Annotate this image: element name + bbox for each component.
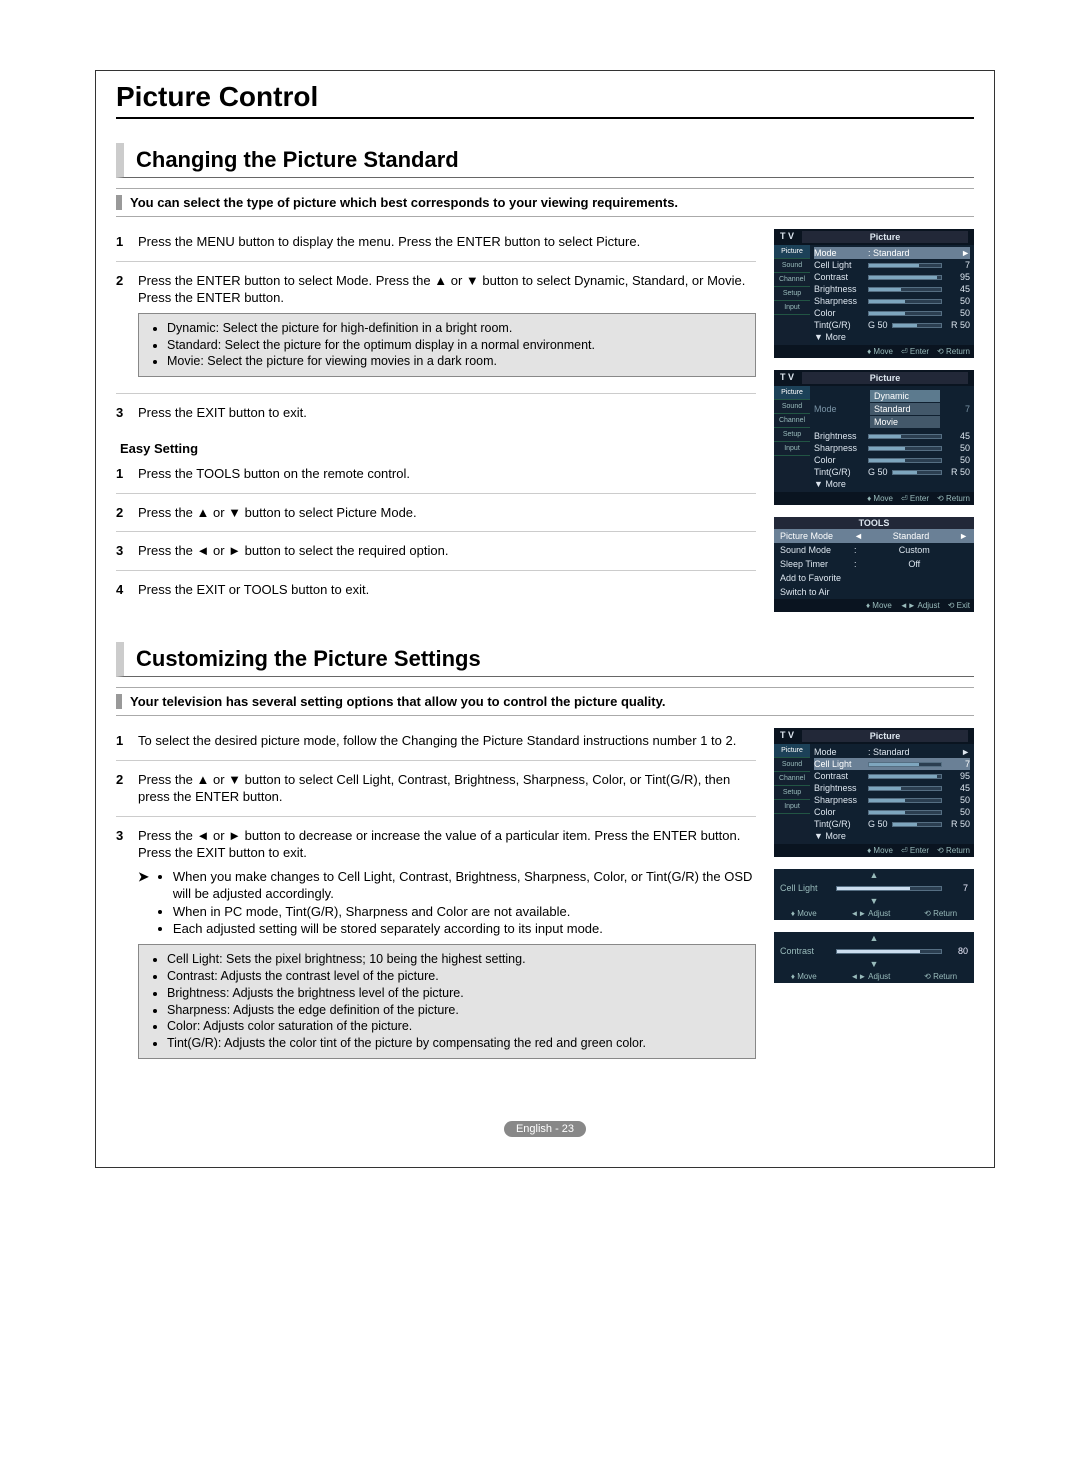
step: Press the TOOLS button on the remote con… — [116, 461, 756, 494]
page-frame: Picture Control Changing the Picture Sta… — [95, 70, 995, 1168]
osd-tools: TOOLS Picture Mode◄Standard► Sound Mode:… — [774, 517, 974, 612]
step: Press the EXIT button to exit. — [116, 400, 756, 432]
option-movie: Movie — [870, 416, 940, 428]
section-b-intro: Your television has several setting opti… — [116, 687, 974, 716]
section-a-body: Press the MENU button to display the men… — [116, 229, 756, 624]
row-mode: Mode: Standard► — [814, 247, 970, 259]
step: To select the desired picture mode, foll… — [116, 728, 756, 761]
step: Press the ENTER button to select Mode. P… — [116, 268, 756, 395]
easy-setting-steps: Press the TOOLS button on the remote con… — [116, 461, 756, 608]
definitions-box: Cell Light: Sets the pixel brightness; 1… — [138, 944, 756, 1059]
page-title: Picture Control — [116, 81, 974, 119]
step: Press the ◄ or ► button to select the re… — [116, 538, 756, 571]
osd-picture-standard: T VPicture Picture Sound Channel Setup I… — [774, 229, 974, 358]
section-a-intro: You can select the type of picture which… — [116, 188, 974, 217]
osd-picture-dropdown: T VPicture Picture Sound Channel Setup I… — [774, 370, 974, 505]
section-a-heading: Changing the Picture Standard — [116, 143, 974, 178]
step: Press the ◄ or ► button to decrease or i… — [116, 823, 756, 1076]
step: Press the ▲ or ▼ button to select Cell L… — [116, 767, 756, 817]
osd-slim-contrast: ▲ Contrast80 ▼ ♦ Move◄► Adjust⟲ Return — [774, 932, 974, 983]
side-sound: Sound — [774, 259, 810, 273]
side-picture: Picture — [774, 245, 810, 259]
side-channel: Channel — [774, 273, 810, 287]
section-b-steps: To select the desired picture mode, foll… — [116, 728, 756, 1075]
step: Press the EXIT or TOOLS button to exit. — [116, 577, 756, 609]
accent-bar — [116, 195, 122, 210]
easy-setting-heading: Easy Setting — [120, 440, 756, 458]
option-dynamic: Dynamic — [870, 390, 940, 402]
section-b-heading: Customizing the Picture Settings — [116, 642, 974, 677]
osd-picture-celllight: T VPicture Picture Sound Channel Setup I… — [774, 728, 974, 857]
side-setup: Setup — [774, 287, 810, 301]
note-arrow-icon: ➤ — [138, 868, 149, 938]
step: Press the ▲ or ▼ button to select Pictur… — [116, 500, 756, 533]
section-b-body: To select the desired picture mode, foll… — [116, 728, 756, 1081]
osd-slim-celllight: ▲ Cell Light7 ▼ ♦ Move◄► Adjust⟲ Return — [774, 869, 974, 920]
page-number: English - 23 — [504, 1121, 586, 1137]
step: Press the MENU button to display the men… — [116, 229, 756, 262]
mode-note-box: Dynamic: Select the picture for high-def… — [138, 313, 756, 378]
section-a-steps: Press the MENU button to display the men… — [116, 229, 756, 432]
option-standard: Standard — [870, 403, 940, 415]
side-input: Input — [774, 301, 810, 315]
